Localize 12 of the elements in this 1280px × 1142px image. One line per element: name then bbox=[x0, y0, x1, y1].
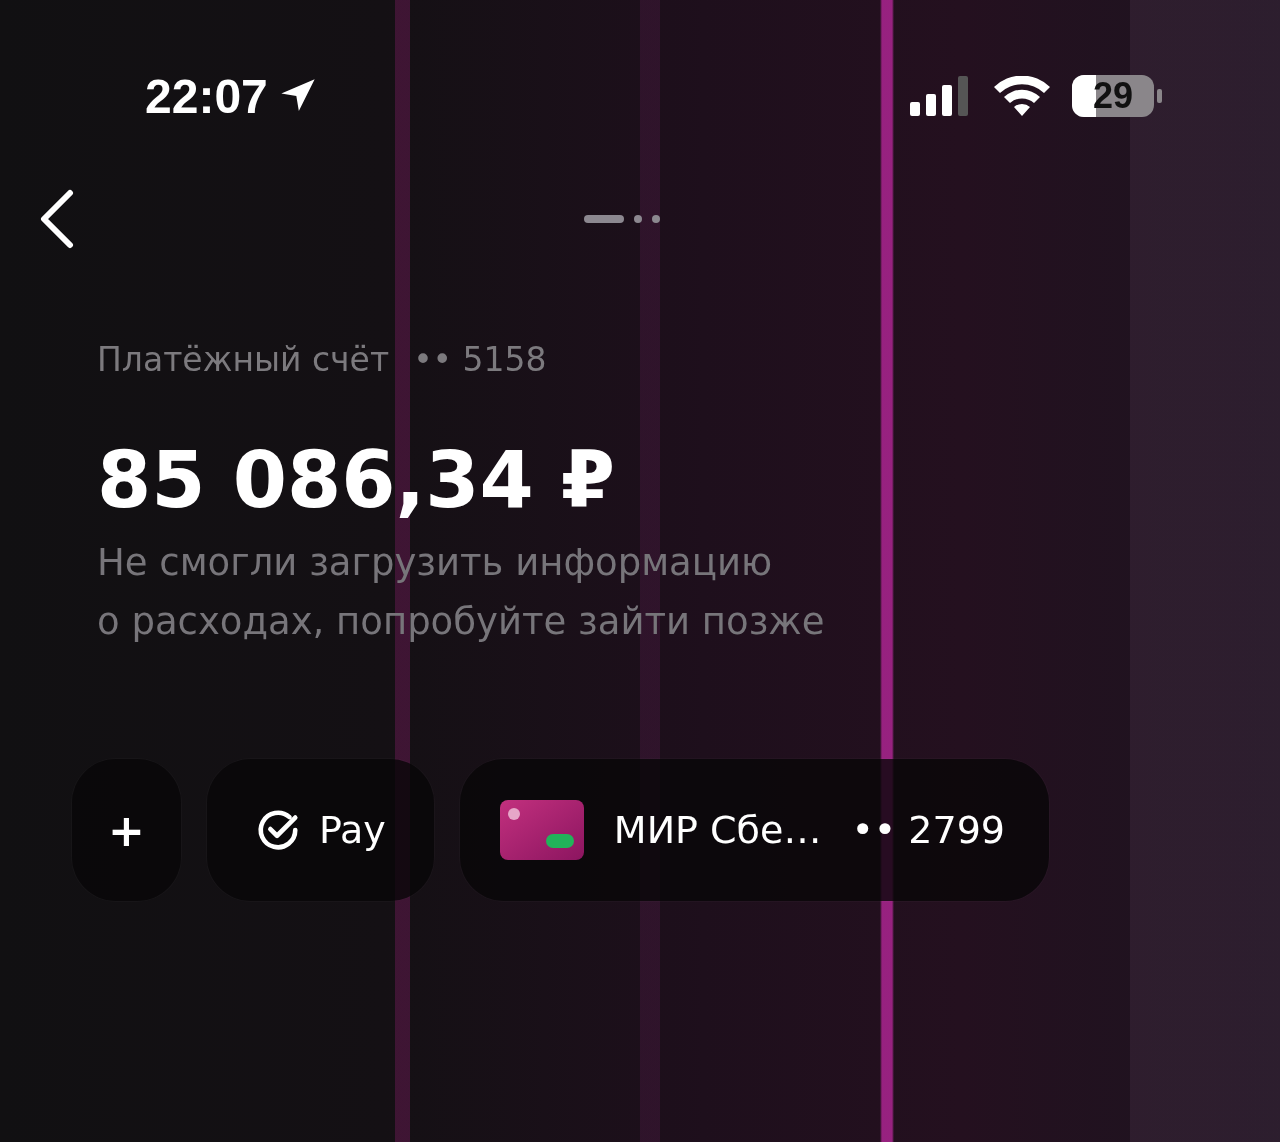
wifi-icon bbox=[994, 76, 1050, 116]
pay-button[interactable]: Pay bbox=[206, 759, 434, 901]
add-button[interactable]: + bbox=[72, 759, 181, 901]
error-message: Не смогли загрузить информацию о расходах, попробуйте зайти позже bbox=[97, 540, 826, 645]
back-icon[interactable] bbox=[38, 189, 74, 249]
card-button[interactable]: МИР Сбе… •• 2799 bbox=[459, 759, 1050, 901]
balance-amount: 85 086,34 ₽ bbox=[97, 435, 617, 525]
account-number: •• 5158 bbox=[413, 340, 547, 379]
battery-cap-icon bbox=[1157, 89, 1162, 103]
card-icon bbox=[499, 800, 584, 860]
clock: 22:07 bbox=[145, 68, 268, 124]
account-name: Платёжный счёт bbox=[97, 340, 390, 379]
